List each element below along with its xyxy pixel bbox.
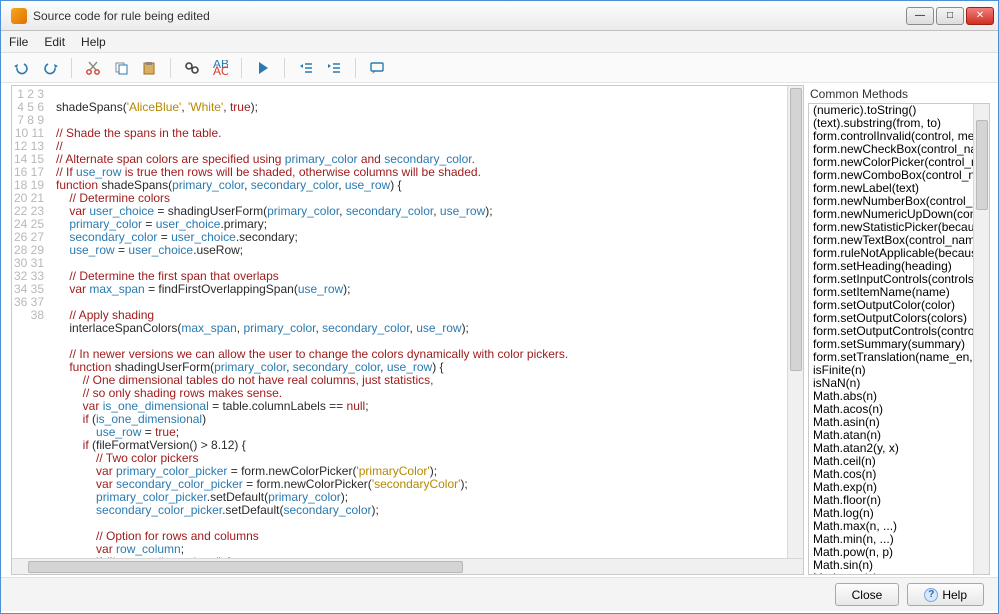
indent-icon[interactable] (323, 57, 345, 79)
method-item[interactable]: form.newComboBox(control_name) (809, 169, 973, 182)
method-item[interactable]: form.controlInvalid(control, message) (809, 130, 973, 143)
method-item[interactable]: form.setTranslation(name_en, name) (809, 351, 973, 364)
method-item[interactable]: form.newColorPicker(control_name) (809, 156, 973, 169)
svg-text:AC: AC (213, 64, 228, 76)
separator (355, 58, 356, 78)
method-item[interactable]: Math.acos(n) (809, 403, 973, 416)
help-button-label: Help (942, 588, 967, 602)
method-item[interactable]: form.newTextBox(control_name) (809, 234, 973, 247)
close-window-button[interactable]: ✕ (966, 7, 994, 25)
line-gutter: 1 2 3 4 5 6 7 8 9 10 11 12 13 14 15 16 1… (12, 86, 50, 558)
separator (284, 58, 285, 78)
method-item[interactable]: Math.asin(n) (809, 416, 973, 429)
method-item[interactable]: Math.min(n, ...) (809, 533, 973, 546)
editor-vscrollbar[interactable] (787, 86, 803, 558)
separator (170, 58, 171, 78)
tool-bar: ABAC (1, 53, 998, 83)
redo-icon[interactable] (39, 57, 61, 79)
method-item[interactable]: Math.pow(n, p) (809, 546, 973, 559)
method-item[interactable]: Math.sqrt(n) (809, 572, 973, 574)
code-editor[interactable]: 1 2 3 4 5 6 7 8 9 10 11 12 13 14 15 16 1… (11, 85, 804, 575)
minimize-button[interactable]: — (906, 7, 934, 25)
outdent-icon[interactable] (295, 57, 317, 79)
separator (241, 58, 242, 78)
method-item[interactable]: form.newStatisticPicker(because) (809, 221, 973, 234)
method-item[interactable]: form.newNumericUpDown(control_name) (809, 208, 973, 221)
menu-bar: File Edit Help (1, 31, 998, 53)
close-button-label: Close (852, 588, 883, 602)
window-title: Source code for rule being edited (33, 9, 906, 23)
run-icon[interactable] (252, 57, 274, 79)
comment-icon[interactable] (366, 57, 388, 79)
method-item[interactable]: form.setItemName(name) (809, 286, 973, 299)
cut-icon[interactable] (82, 57, 104, 79)
method-item[interactable]: Math.abs(n) (809, 390, 973, 403)
close-button[interactable]: Close (835, 583, 900, 606)
title-bar: Source code for rule being edited — □ ✕ (1, 1, 998, 31)
method-item[interactable]: form.setInputControls(controls) (809, 273, 973, 286)
method-item[interactable]: (text).substring(from, to) (809, 117, 973, 130)
common-methods-panel: Common Methods (numeric).toString()(text… (808, 85, 990, 575)
method-list[interactable]: (numeric).toString()(text).substring(fro… (808, 103, 990, 575)
paste-icon[interactable] (138, 57, 160, 79)
find-replace-icon[interactable]: ABAC (209, 57, 231, 79)
method-item[interactable]: isNaN(n) (809, 377, 973, 390)
method-item[interactable]: form.ruleNotApplicable(because) (809, 247, 973, 260)
code-area[interactable]: shadeSpans('AliceBlue', 'White', true); … (50, 86, 787, 558)
main-area: 1 2 3 4 5 6 7 8 9 10 11 12 13 14 15 16 1… (1, 83, 998, 577)
method-item[interactable]: Math.sin(n) (809, 559, 973, 572)
method-item[interactable]: form.setHeading(heading) (809, 260, 973, 273)
help-icon: ? (924, 588, 938, 602)
find-icon[interactable] (181, 57, 203, 79)
copy-icon[interactable] (110, 57, 132, 79)
undo-icon[interactable] (11, 57, 33, 79)
dialog-buttons: Close ? Help (1, 577, 998, 611)
editor-hscrollbar[interactable] (12, 558, 803, 574)
method-item[interactable]: Math.atan(n) (809, 429, 973, 442)
method-item[interactable]: form.newNumberBox(control_name) (809, 195, 973, 208)
separator (71, 58, 72, 78)
menu-help[interactable]: Help (81, 35, 106, 49)
menu-edit[interactable]: Edit (44, 35, 65, 49)
method-item[interactable]: isFinite(n) (809, 364, 973, 377)
method-item[interactable]: Math.log(n) (809, 507, 973, 520)
method-item[interactable]: form.setOutputColor(color) (809, 299, 973, 312)
method-item[interactable]: form.setOutputControls(controls) (809, 325, 973, 338)
list-vscrollbar[interactable] (973, 104, 989, 574)
method-item[interactable]: (numeric).toString() (809, 104, 973, 117)
method-item[interactable]: form.setOutputColors(colors) (809, 312, 973, 325)
method-item[interactable]: Math.cos(n) (809, 468, 973, 481)
window-controls: — □ ✕ (906, 7, 994, 25)
method-item[interactable]: form.newLabel(text) (809, 182, 973, 195)
menu-file[interactable]: File (9, 35, 28, 49)
method-item[interactable]: Math.ceil(n) (809, 455, 973, 468)
method-item[interactable]: form.newCheckBox(control_name) (809, 143, 973, 156)
method-item[interactable]: form.setSummary(summary) (809, 338, 973, 351)
app-icon (11, 8, 27, 24)
maximize-button[interactable]: □ (936, 7, 964, 25)
panel-heading: Common Methods (808, 85, 990, 103)
method-item[interactable]: Math.atan2(y, x) (809, 442, 973, 455)
method-item[interactable]: Math.floor(n) (809, 494, 973, 507)
method-item[interactable]: Math.exp(n) (809, 481, 973, 494)
help-button[interactable]: ? Help (907, 583, 984, 606)
method-item[interactable]: Math.max(n, ...) (809, 520, 973, 533)
